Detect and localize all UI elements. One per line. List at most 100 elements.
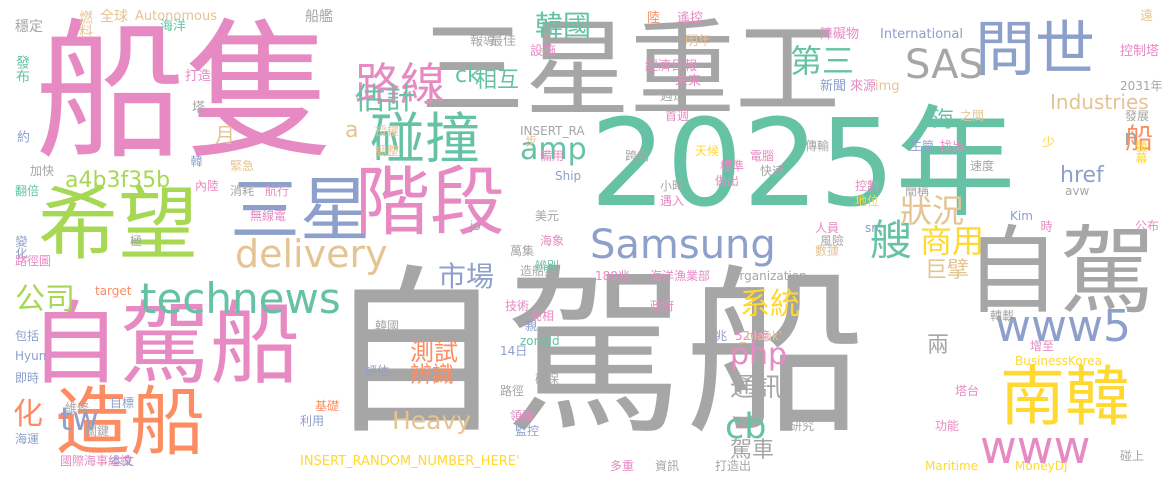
- word-cloud-word-109: 地位: [855, 194, 880, 208]
- word-cloud-word-126: 海象: [540, 234, 565, 248]
- word-cloud-word-108: 控制: [855, 179, 880, 193]
- word-cloud-word-105: 航行: [265, 184, 290, 198]
- word-cloud-word-15: 碰撞: [370, 107, 481, 171]
- word-cloud-word-blank: _blank': [740, 329, 783, 343]
- word-cloud-word-61: 穩定: [15, 19, 43, 35]
- word-cloud-word-52: 全球: [100, 9, 128, 25]
- word-cloud-word-86: 跨向: [625, 149, 650, 163]
- word-cloud-word-125: 萬集: [510, 244, 535, 258]
- word-cloud-word-php: php: [730, 337, 788, 372]
- word-cloud-word-target: target: [95, 284, 132, 298]
- word-cloud-word-97: 韓: [189, 155, 203, 167]
- word-cloud-word-167: 資訊: [655, 459, 680, 473]
- word-cloud-word-128: 辨別: [535, 259, 560, 273]
- word-cloud-word-src: src: [865, 221, 883, 235]
- word-cloud-word-a4b3f35b: a4b3f35b: [65, 168, 171, 193]
- word-cloud-word-organization: Organization: [730, 269, 807, 283]
- word-cloud-word-88: 標準: [720, 159, 745, 173]
- word-cloud-word-insert-random-number-here: INSERT_RANDOM_NUMBER_HERE': [300, 454, 520, 469]
- word-cloud-word-153: 目標: [110, 396, 135, 410]
- word-cloud-word-154: 基礎: [315, 399, 340, 413]
- word-cloud-word-44: 辨識: [410, 363, 455, 388]
- word-cloud-word-155: 路徑: [500, 384, 525, 398]
- word-cloud-word-90: 傳輸: [805, 139, 830, 153]
- word-cloud-word-40: 巨擘: [925, 258, 970, 283]
- word-cloud-word-145: 評估: [365, 364, 390, 378]
- word-cloud-word-96: 緊急: [230, 159, 255, 173]
- word-cloud-word-121: 人員: [815, 221, 840, 235]
- word-cloud-word-113: 無線電: [250, 209, 287, 223]
- word-cloud-word-29: 市場: [438, 260, 495, 293]
- word-cloud-word-136: 包括: [15, 329, 40, 343]
- word-cloud-word-162: 監控: [515, 424, 540, 438]
- word-cloud-word-123: 數據: [815, 244, 840, 258]
- word-cloud-word-2: 船隻: [35, 6, 336, 180]
- word-cloud-word-59: 控制塔: [1120, 44, 1160, 59]
- word-cloud-word-124: 路徑圖: [15, 254, 52, 268]
- word-cloud-word-157: 研究: [790, 419, 815, 433]
- word-cloud-word-37: 相互: [475, 68, 520, 93]
- word-cloud-word-48: 兩: [927, 333, 950, 358]
- word-cloud-word-avw: avw: [1065, 184, 1090, 198]
- word-cloud-word-img: img: [875, 79, 900, 94]
- word-cloud-word-69: 新聞: [820, 79, 847, 94]
- word-cloud-word-45: 海: [932, 108, 955, 133]
- word-cloud-word-ship: Ship: [555, 169, 582, 183]
- word-cloud-word-74: 發布: [14, 55, 30, 83]
- word-cloud-word-101: 速度: [970, 159, 995, 173]
- word-cloud: 自駕船 2025年 船隻 三星重工 希望 自駕船 階段 三星 自駕 造船 南韓 問世 Samsung te…: [0, 0, 1175, 482]
- word-cloud-word-142: 轉載: [990, 309, 1015, 323]
- word-cloud-word-95: 加快: [30, 164, 55, 178]
- word-cloud-word-156: 領導: [510, 409, 535, 423]
- word-cloud-word-65: 設施: [530, 44, 557, 59]
- word-cloud-word-135: 政府: [650, 299, 675, 313]
- word-cloud-word-www5: www5: [995, 301, 1131, 352]
- word-cloud-word-139: 兆: [715, 329, 728, 343]
- word-cloud-word-98: 快速: [760, 164, 785, 178]
- word-cloud-word-6: 階段: [355, 158, 506, 246]
- word-cloud-word-85: 備用: [540, 149, 565, 163]
- word-cloud-word-151: 塔台: [955, 384, 980, 398]
- word-cloud-word-143: 增至: [1030, 339, 1055, 353]
- word-cloud-word-international: International: [880, 27, 963, 42]
- word-cloud-word-100: 小時: [660, 179, 685, 193]
- word-cloud-word-a: a: [345, 118, 359, 143]
- word-cloud-word-21: 韓國: [535, 9, 592, 42]
- word-cloud-word-84: 步: [525, 134, 538, 148]
- word-cloud-word-32: 化: [13, 397, 43, 432]
- word-cloud-word-28: 系統: [740, 287, 800, 322]
- word-cloud-word-57: 障礙物: [820, 27, 860, 42]
- word-cloud-word-kim: Kim: [1010, 209, 1033, 223]
- word-cloud-word-118: 公布: [1135, 219, 1160, 233]
- word-cloud-word-heavy: Heavy: [392, 406, 472, 435]
- word-cloud-word-80: 之間: [960, 109, 985, 123]
- word-cloud-word-maritime: Maritime: [925, 459, 979, 473]
- word-cloud-word-51: 燃料: [77, 10, 93, 38]
- word-cloud-word-133: 技術: [505, 299, 530, 313]
- word-cloud-word-technews: technews: [140, 274, 341, 323]
- word-cloud-word-11: 問世: [975, 15, 1095, 85]
- word-cloud-word-76: 塔: [189, 100, 204, 113]
- word-cloud-word-49: 月: [215, 123, 235, 147]
- word-cloud-word-149: 即時: [15, 371, 40, 385]
- word-cloud-word-71: 週遭: [660, 89, 687, 104]
- word-cloud-word-moneydj: MoneyDJ: [1015, 459, 1068, 473]
- word-cloud-word-107: 遇入: [660, 194, 685, 208]
- word-cloud-word-14: 14日: [500, 344, 528, 358]
- word-cloud-word-samsung: Samsung: [590, 222, 776, 268]
- word-cloud-word-93: 少: [1039, 135, 1054, 148]
- word-cloud-word-68: 未來: [675, 74, 702, 89]
- word-cloud-word-24: 第三: [790, 42, 855, 80]
- word-cloud-word-hyun: Hyun: [15, 349, 47, 363]
- word-cloud-word-22: 估計: [355, 82, 415, 117]
- word-cloud-word-150: 確保: [535, 372, 560, 386]
- word-cloud-word-54: 船艦: [305, 9, 333, 25]
- word-cloud-word-56: 遙控: [677, 11, 704, 26]
- word-cloud-word-26: 狀況: [900, 192, 965, 230]
- word-cloud-word-180: 180兆: [595, 269, 630, 283]
- word-cloud-word-60: 遠: [1140, 9, 1154, 24]
- word-cloud-word-152: 維修: [65, 401, 90, 415]
- word-cloud-word-83: 調整: [375, 144, 400, 158]
- word-cloud-word-91: 主管: [910, 139, 935, 153]
- word-cloud-word-66: 經濟日報: [645, 59, 698, 74]
